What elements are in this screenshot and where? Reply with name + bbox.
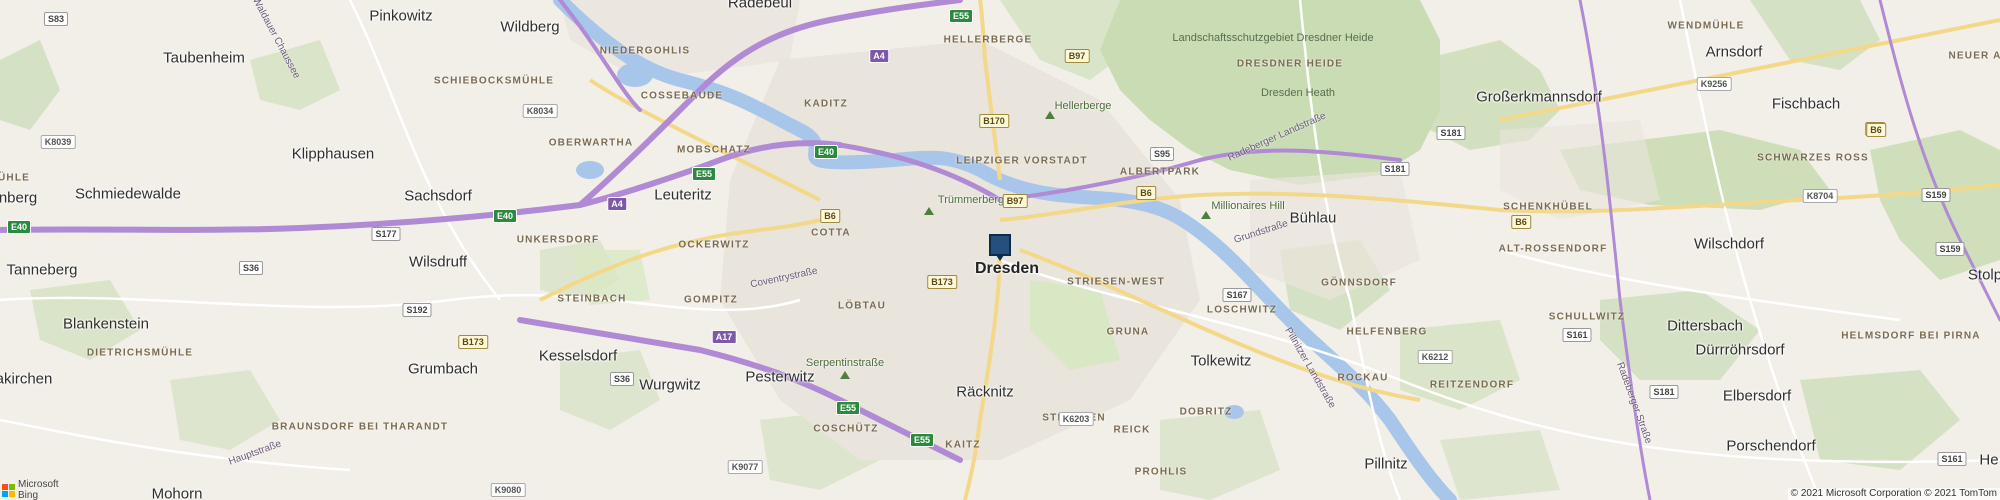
road-shield: B173 [927, 275, 957, 289]
road-shield: A17 [711, 330, 737, 344]
road-shield: E40 [492, 209, 518, 223]
road-shield: E40 [6, 220, 32, 234]
road-shield: S159 [1921, 188, 1951, 202]
road-shield: A4 [869, 49, 889, 63]
peak-icon [924, 207, 934, 215]
road-shield: S181 [1436, 126, 1466, 140]
road-shield: B170 [979, 114, 1009, 128]
road-shield: E55 [909, 433, 935, 447]
road-shield: A4 [607, 197, 627, 211]
road-shield: B6 [1866, 123, 1886, 137]
road-shield: S161 [1937, 452, 1967, 466]
road-shield: S83 [43, 12, 69, 26]
road-shield: K9256 [1696, 77, 1732, 91]
road-shield: S181 [1380, 162, 1410, 176]
peak-icon [840, 371, 850, 379]
road-shield: S177 [371, 227, 401, 241]
road-shield: B6 [820, 209, 840, 223]
road-shield: K8704 [1802, 189, 1838, 203]
road-shield: B6 [1511, 215, 1531, 229]
logo-text-microsoft: Microsoft [18, 479, 59, 490]
road-shield: E40 [813, 145, 839, 159]
microsoft-logo-icon [2, 483, 15, 497]
road-shield: S161 [1562, 328, 1592, 342]
road-shield: K6212 [1417, 350, 1453, 364]
road-shield: S95 [1149, 147, 1175, 161]
road-shield: S36 [238, 261, 264, 275]
logo-text-bing: Bing [18, 490, 39, 500]
location-square-marker-icon[interactable] [989, 234, 1011, 261]
peak-icon [1201, 211, 1211, 219]
road-shield: K9080 [490, 483, 526, 497]
peak-icon [1045, 111, 1055, 119]
road-shield: S181 [1649, 385, 1679, 399]
road-shield: B97 [1064, 49, 1090, 63]
road-shield: E55 [948, 9, 974, 23]
road-shield: B173 [458, 335, 488, 349]
road-shield: K6203 [1058, 412, 1094, 426]
road-shield: K8039 [40, 135, 76, 149]
copyright-attribution: © 2021 Microsoft Corporation © 2021 TomT… [1787, 488, 2000, 500]
road-shield: K9077 [727, 460, 763, 474]
map-canvas[interactable]: Landschaftsschutzgebiet Dresdner Heide D… [0, 0, 2000, 500]
road-shield: S159 [1935, 242, 1965, 256]
road-shield: B97 [1002, 194, 1028, 208]
road-shield: E55 [691, 167, 717, 181]
road-shield: E55 [835, 401, 861, 415]
road-shield: S167 [1222, 288, 1252, 302]
road-shield: B6 [1136, 186, 1156, 200]
road-shield: S192 [402, 303, 432, 317]
microsoft-bing-logo[interactable]: Microsoft Bing [2, 479, 59, 500]
road-shield: S36 [609, 372, 635, 386]
road-shield: K8034 [522, 104, 558, 118]
